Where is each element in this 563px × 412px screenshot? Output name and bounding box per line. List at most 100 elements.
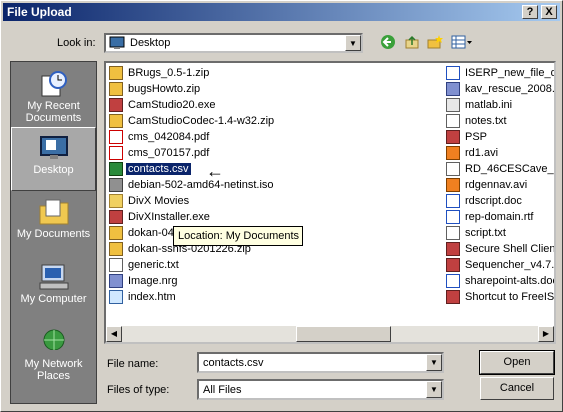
iso-file-icon: [109, 178, 123, 193]
file-item[interactable]: rd1.avi: [446, 145, 554, 161]
file-item[interactable]: cms_042084.pdf: [109, 129, 439, 145]
file-name: script.txt: [465, 227, 506, 240]
exe-file-icon: [446, 258, 460, 273]
file-item[interactable]: DivX Movies: [109, 193, 439, 209]
file-name: CamStudio20.exe: [128, 99, 216, 112]
up-folder-button[interactable]: [402, 34, 422, 52]
location-tooltip: Location: My Documents: [173, 226, 303, 246]
file-column-1: BRugs_0.5-1.zip bugsHowto.zip CamStudio20.…: [109, 65, 439, 305]
my-documents-icon: [39, 199, 68, 225]
file-item[interactable]: Secure Shell Client: [446, 241, 554, 257]
doc-file-icon: [446, 194, 460, 209]
scroll-right-icon[interactable]: ▶: [538, 326, 554, 342]
ini-file-icon: [446, 98, 460, 113]
file-item[interactable]: rdscript.doc: [446, 193, 554, 209]
file-item[interactable]: index.htm: [109, 289, 439, 305]
desktop-icon: [39, 136, 68, 159]
file-item[interactable]: DivXInstaller.exe: [109, 209, 439, 225]
place-my-documents[interactable]: My Documents: [11, 192, 96, 256]
look-in-value: Desktop: [130, 37, 171, 49]
exe-file-icon: [446, 290, 460, 305]
file-item[interactable]: bugsHowto.zip: [109, 81, 439, 97]
places-bar: My Recent Documents Desktop My Documents…: [10, 61, 97, 404]
exe-file-icon: [446, 130, 460, 145]
file-item[interactable]: script.txt: [446, 225, 554, 241]
file-name: notes.txt: [465, 115, 507, 128]
exe-file-icon: [109, 98, 123, 113]
network-places-icon: [43, 329, 64, 354]
file-item[interactable]: notes.txt: [446, 113, 554, 129]
new-folder-button[interactable]: [425, 34, 445, 52]
file-item[interactable]: Sequencher_v4.7.: [446, 257, 554, 273]
new-folder-icon: [427, 35, 443, 49]
file-item[interactable]: debian-502-amd64-netinst.iso: [109, 177, 439, 193]
htm-file-icon: [109, 290, 123, 305]
file-list[interactable]: BRugs_0.5-1.zip bugsHowto.zip CamStudio20.…: [104, 61, 556, 344]
my-computer-icon: [39, 264, 68, 290]
scroll-thumb[interactable]: [296, 326, 391, 342]
horizontal-scrollbar[interactable]: ◀ ▶: [106, 326, 554, 342]
file-item[interactable]: ISERP_new_file_do: [446, 65, 556, 81]
back-button[interactable]: [378, 34, 398, 52]
file-item[interactable]: kav_rescue_2008.: [446, 81, 555, 97]
file-item[interactable]: CamStudioCodec-1.4-w32.zip: [109, 113, 439, 129]
chevron-down-icon[interactable]: ▼: [426, 381, 442, 398]
file-type-select[interactable]: All Files ▼: [197, 379, 444, 400]
zip-file-icon: [109, 114, 123, 129]
file-name: ISERP_new_file_do: [465, 67, 556, 80]
place-my-network[interactable]: My Network Places: [11, 322, 96, 386]
file-name: kav_rescue_2008.: [465, 83, 555, 96]
place-label: My Network Places: [24, 358, 83, 382]
file-item[interactable]: matlab.ini: [446, 97, 554, 113]
exe-file-icon: [446, 242, 460, 257]
place-label: My Documents: [16, 228, 91, 240]
zip-file-icon: [109, 66, 123, 81]
place-label: My Recent Documents: [25, 100, 82, 124]
file-item[interactable]: rdgennav.avi: [446, 177, 554, 193]
doc-file-icon: [446, 274, 460, 289]
file-name: index.htm: [128, 291, 176, 304]
zip-file-icon: [109, 242, 123, 257]
scroll-left-icon[interactable]: ◀: [106, 326, 122, 342]
zip-file-icon: [109, 226, 123, 241]
chevron-down-icon[interactable]: ▼: [426, 354, 442, 371]
file-item[interactable]: sharepoint-alts.doc: [446, 273, 554, 289]
pdf-file-icon: [109, 146, 123, 161]
file-item[interactable]: cms_070157.pdf: [109, 145, 439, 161]
look-in-label: Look in:: [57, 37, 96, 49]
file-item[interactable]: generic.txt: [109, 257, 439, 273]
txt-file-icon: [446, 226, 460, 241]
desktop-icon: [109, 36, 125, 49]
up-folder-icon: [405, 35, 419, 49]
file-item[interactable]: RD_46CESCave_Sc: [446, 161, 554, 177]
cancel-button[interactable]: Cancel: [480, 377, 554, 400]
file-item[interactable]: Shortcut to FreeIS: [446, 289, 554, 305]
file-item[interactable]: rep-domain.rtf: [446, 209, 554, 225]
place-desktop[interactable]: Desktop: [11, 127, 96, 191]
file-name-label: File name:: [107, 358, 159, 370]
doc-file-icon: [446, 210, 460, 225]
folder-file-icon: [109, 194, 123, 209]
file-name-field[interactable]: contacts.csv ▼: [197, 352, 444, 373]
file-item[interactable]: CamStudio20.exe: [109, 97, 439, 113]
file-name: PSP: [465, 131, 488, 144]
look-in-select[interactable]: Desktop ▼: [104, 33, 363, 53]
doc-file-icon: [446, 66, 460, 81]
open-button[interactable]: Open: [479, 350, 555, 375]
file-item[interactable]: BRugs_0.5-1.zip: [109, 65, 439, 81]
place-label: My Computer: [20, 293, 87, 305]
file-item[interactable]: PSP: [446, 129, 554, 145]
file-name: BRugs_0.5-1.zip: [128, 67, 210, 80]
place-recent-documents[interactable]: My Recent Documents: [11, 64, 96, 128]
view-menu-button[interactable]: [450, 34, 474, 52]
close-button[interactable]: X: [541, 5, 557, 19]
csv-file-icon: [109, 162, 123, 177]
annotation-arrow: ←: [206, 161, 224, 181]
place-my-computer[interactable]: My Computer: [11, 257, 96, 321]
title-bar[interactable]: File Upload ? X: [3, 3, 560, 21]
file-item[interactable]: Image.nrg: [109, 273, 439, 289]
help-button[interactable]: ?: [522, 5, 538, 19]
chevron-down-icon[interactable]: ▼: [345, 35, 361, 51]
img-file-icon: [109, 274, 123, 289]
file-item[interactable]: contacts.csv: [109, 161, 439, 177]
